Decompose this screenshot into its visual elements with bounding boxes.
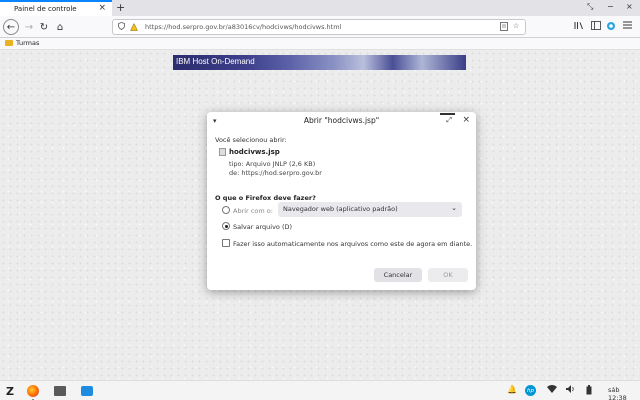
firefox-icon[interactable] (27, 385, 39, 397)
tab-bar: Painel de controle × + ⤡ − × (0, 0, 640, 16)
ibm-banner: IBM Host On-Demand (173, 55, 466, 70)
hp-icon[interactable]: hp (525, 385, 536, 396)
file-icon (219, 148, 226, 156)
dialog-close-icon[interactable]: × (462, 115, 470, 125)
forward-button[interactable]: → (21, 19, 37, 35)
save-file-label[interactable]: Salvar arquivo (D) (233, 223, 292, 231)
bookmark-turmas[interactable]: Turmas (5, 39, 39, 47)
extension-icon[interactable] (606, 21, 616, 33)
file-source: de: https://hod.serpro.gov.br (229, 169, 322, 177)
minimize-icon[interactable]: − (607, 2, 614, 11)
dialog-title: Abrir "hodcivws.jsp" (303, 116, 380, 125)
open-with-radio[interactable] (222, 206, 230, 214)
banner-text: IBM Host On-Demand (176, 57, 255, 66)
dialog-grip (440, 113, 455, 115)
file-type: tipo: Arquivo JNLP (2,6 KB) (229, 160, 316, 168)
tab-close-icon[interactable]: × (98, 3, 106, 13)
home-button[interactable]: ⌂ (52, 19, 68, 35)
url-bar[interactable]: https://hod.serpro.gov.br/a83016cv/hodci… (112, 19, 526, 35)
auto-action-checkbox[interactable] (222, 239, 230, 247)
menu-icon[interactable] (623, 21, 632, 31)
folder-icon (5, 40, 13, 46)
bookmark-label: Turmas (16, 39, 40, 47)
library-icon[interactable] (574, 21, 584, 32)
reader-view-icon[interactable] (500, 22, 508, 33)
restore-icon[interactable]: ⤡ (587, 2, 593, 12)
url-text[interactable]: https://hod.serpro.gov.br/a83016cv/hodci… (145, 23, 341, 31)
bookmarks-toolbar: Turmas (0, 38, 640, 50)
action-question: O que o Firefox deve fazer? (215, 194, 316, 202)
shield-icon[interactable] (118, 22, 125, 32)
cancel-button[interactable]: Cancelar (374, 268, 422, 282)
ok-button[interactable]: OK (428, 268, 468, 282)
close-window-icon[interactable]: × (626, 2, 633, 11)
tab-painel-de-controle[interactable]: Painel de controle × (0, 0, 112, 16)
open-file-dialog: ▾ Abrir "hodcivws.jsp" ⤢ × Você selecion… (207, 112, 476, 290)
sidebar-icon[interactable] (591, 21, 601, 32)
volume-icon[interactable] (566, 385, 576, 395)
launcher-logo-icon[interactable]: Z (3, 384, 17, 398)
tab-title: Painel de controle (14, 5, 77, 13)
taskbar: Z 🔔 hp sáb 12:38 (0, 380, 640, 400)
save-file-radio[interactable] (222, 222, 230, 230)
bookmark-star-icon[interactable]: ☆ (513, 22, 519, 30)
file-name: hodcivws.jsp (229, 148, 280, 156)
files-icon[interactable] (54, 386, 66, 396)
reload-button[interactable]: ↻ (36, 19, 52, 35)
back-button[interactable]: ← (3, 19, 19, 35)
wifi-icon[interactable] (547, 385, 557, 395)
camera-icon[interactable] (81, 386, 93, 396)
selected-label: Você selecionou abrir: (215, 136, 287, 144)
open-with-label[interactable]: Abrir com o: (233, 207, 273, 215)
application-select-value: Navegador web (aplicativo padrão) (283, 205, 398, 213)
chevron-down-icon: ⌄ (451, 204, 457, 212)
clock[interactable]: sáb 12:38 (608, 386, 640, 400)
application-select[interactable]: Navegador web (aplicativo padrão) ⌄ (278, 202, 462, 217)
auto-action-label[interactable]: Fazer isso automaticamente nos arquivos … (233, 240, 472, 248)
notification-bell-icon[interactable]: 🔔 (507, 385, 517, 394)
navigation-toolbar: ← → ↻ ⌂ https://hod.serpro.gov.br/a83016… (0, 16, 640, 38)
battery-icon[interactable] (586, 385, 592, 397)
dialog-maximize-icon[interactable]: ⤢ (446, 116, 452, 125)
warning-lock-icon[interactable] (130, 22, 138, 33)
new-tab-button[interactable]: + (116, 1, 125, 14)
